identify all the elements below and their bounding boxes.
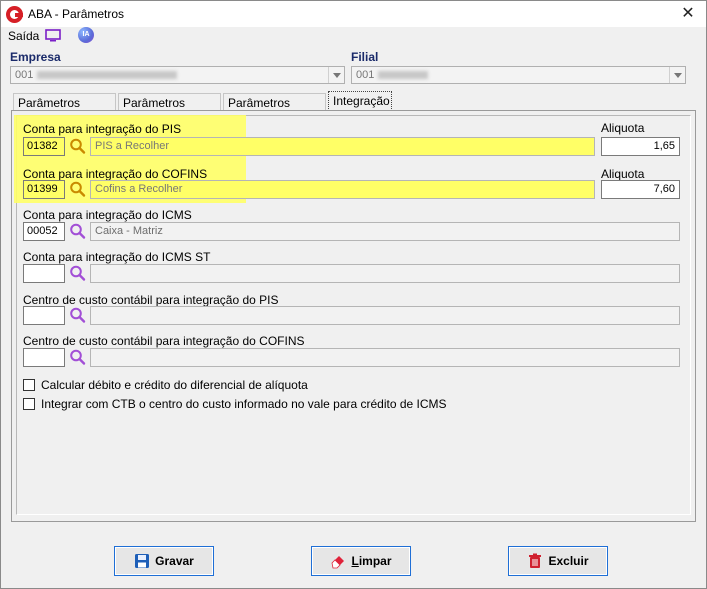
cc-cofins-code-input[interactable]	[23, 348, 65, 367]
cc-cofins-label: Centro de custo contábil para integração…	[23, 334, 305, 348]
search-icon[interactable]	[68, 306, 88, 325]
pis-code-input[interactable]: 01382	[23, 137, 65, 156]
icms-code-input[interactable]: 00052	[23, 222, 65, 241]
pis-aliquota-input[interactable]: 1,65	[601, 137, 680, 156]
limpar-button[interactable]: Limpar	[311, 546, 411, 576]
pis-label: Conta para integração do PIS	[23, 122, 182, 136]
tab-label: Integração	[333, 94, 390, 108]
cofins-code-input[interactable]: 01399	[23, 180, 65, 199]
cofins-aliquota-label: Aliquota	[601, 167, 645, 181]
filial-value: 001	[356, 69, 375, 81]
icms-description: Caixa - Matriz	[90, 222, 680, 241]
menu-saida[interactable]: Saída	[8, 29, 39, 43]
gravar-button[interactable]: Gravar	[114, 546, 214, 576]
gravar-label: Gravar	[155, 554, 194, 568]
ia-assistant-icon[interactable]: IA	[78, 27, 94, 43]
search-icon[interactable]	[68, 222, 88, 241]
title-bar: ABA - Parâmetros ✕	[1, 1, 706, 27]
tab-parametros-gerais-2[interactable]: Parâmetros gerais 2	[118, 93, 221, 124]
cofins-label: Conta para integração do COFINS	[23, 167, 208, 181]
filial-select[interactable]: 001	[351, 66, 686, 84]
cc-pis-description	[90, 306, 680, 325]
cc-pis-label: Centro de custo contábil para integração…	[23, 293, 279, 307]
icms-st-label: Conta para integração do ICMS ST	[23, 250, 211, 264]
checkbox-label: Integrar com CTB o centro do custo infor…	[41, 397, 447, 411]
save-icon	[135, 554, 150, 568]
cc-cofins-description	[90, 348, 680, 367]
tab-parametros-gerais-1[interactable]: Parâmetros gerais 1	[13, 93, 116, 124]
excluir-button[interactable]: Excluir	[508, 546, 608, 576]
empresa-value: 001	[15, 69, 34, 81]
menu-bar: Saída IA	[1, 27, 706, 47]
icms-label: Conta para integração do ICMS	[23, 208, 192, 222]
search-icon[interactable]	[68, 180, 88, 199]
search-icon[interactable]	[68, 264, 88, 283]
cofins-aliquota-input[interactable]: 7,60	[601, 180, 680, 199]
trash-icon	[529, 553, 542, 568]
cofins-description: Cofins a Recolher	[90, 180, 595, 199]
excluir-label: Excluir	[548, 554, 589, 568]
tab-integracao[interactable]: Integração	[328, 91, 392, 111]
cc-pis-code-input[interactable]	[23, 306, 65, 325]
checkbox[interactable]	[23, 379, 35, 391]
close-button[interactable]: ✕	[674, 4, 702, 24]
app-logo-icon	[6, 6, 23, 23]
pis-description: PIS a Recolher	[90, 137, 595, 156]
checkbox-label: Calcular débito e crédito do diferencial…	[41, 378, 308, 392]
empresa-select[interactable]: 001	[10, 66, 345, 84]
app-window: ABA - Parâmetros ✕ Saída IA Empresa 001 …	[0, 0, 707, 589]
search-icon[interactable]	[68, 348, 88, 367]
chevron-down-icon[interactable]	[669, 67, 685, 83]
checkbox[interactable]	[23, 398, 35, 410]
window-title: ABA - Parâmetros	[28, 7, 125, 21]
filial-label: Filial	[351, 50, 379, 64]
monitor-icon[interactable]	[45, 29, 61, 42]
limpar-label: Limpar	[351, 554, 392, 568]
eraser-icon	[332, 556, 345, 569]
chevron-down-icon[interactable]	[328, 67, 344, 83]
icms-st-description	[90, 264, 680, 283]
icms-st-code-input[interactable]	[23, 264, 65, 283]
pis-aliquota-label: Aliquota	[601, 121, 645, 135]
search-icon[interactable]	[68, 137, 88, 156]
empresa-label: Empresa	[10, 50, 61, 64]
tab-parametros-gerais-3[interactable]: Parâmetros gerais 3	[223, 93, 326, 124]
